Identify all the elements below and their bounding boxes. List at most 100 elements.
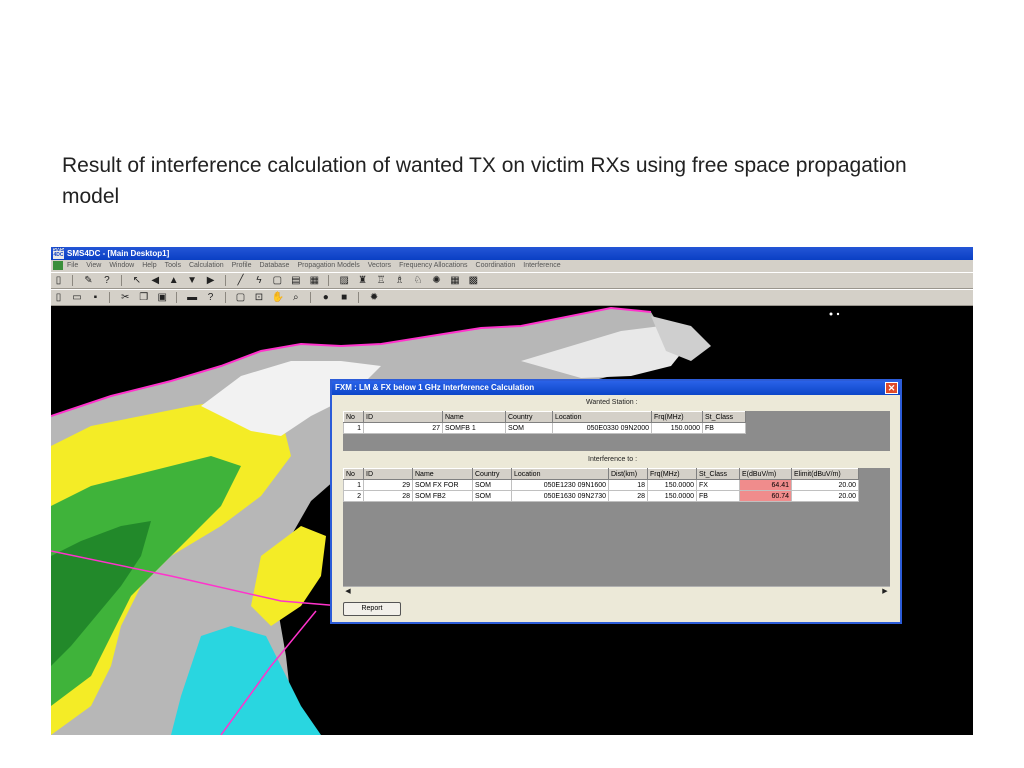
polygon-icon[interactable]: ϟ — [253, 275, 264, 286]
toolbar-separator — [72, 275, 74, 286]
cell-elimit: 20.00 — [791, 490, 859, 502]
new-file-icon[interactable]: ▯ — [53, 292, 64, 303]
table-row[interactable]: 1 27 SOMFB 1 SOM 050E0330 09N2000 150.00… — [343, 422, 746, 434]
report-button[interactable]: Report — [343, 602, 401, 616]
interference-grid[interactable]: No ID Name Country Location Dist(km) Frq… — [343, 468, 890, 586]
menu-profile[interactable]: Profile — [232, 262, 252, 269]
info-icon[interactable]: ? — [101, 275, 112, 286]
tower-icon[interactable]: ♗ — [394, 275, 405, 286]
cell-no: 2 — [343, 490, 364, 502]
open-folder-icon[interactable]: ▭ — [71, 292, 82, 303]
map-dot — [836, 312, 840, 316]
menu-coordination[interactable]: Coordination — [476, 262, 516, 269]
menu-view[interactable]: View — [86, 262, 101, 269]
col-no[interactable]: No — [343, 468, 364, 480]
arrow-up-icon[interactable]: ▲ — [168, 275, 179, 286]
arrow-left-icon[interactable]: ◀ — [150, 275, 161, 286]
menu-tools[interactable]: Tools — [165, 262, 181, 269]
rectangle-icon[interactable]: ▢ — [272, 275, 283, 286]
col-location[interactable]: Location — [552, 411, 652, 423]
print-icon[interactable]: ▬ — [187, 292, 198, 303]
scroll-right-icon[interactable]: ▶ — [880, 587, 890, 597]
cell-location: 050E0330 09N2000 — [552, 422, 652, 434]
col-country[interactable]: Country — [472, 468, 512, 480]
col-elimit[interactable]: Elimit(dBuV/m) — [791, 468, 859, 480]
copy-icon[interactable]: ❐ — [138, 292, 149, 303]
menu-database[interactable]: Database — [259, 262, 289, 269]
toolbar-separator — [109, 292, 111, 303]
paste-icon[interactable]: ▣ — [157, 292, 168, 303]
cell-st-class: FB — [696, 490, 740, 502]
scroll-left-icon[interactable]: ◀ — [343, 587, 353, 597]
menu-interference[interactable]: Interference — [523, 262, 560, 269]
save-icon[interactable]: ▪ — [90, 292, 101, 303]
arrow-down-icon[interactable]: ▼ — [187, 275, 198, 286]
col-st-class[interactable]: St_Class — [702, 411, 746, 423]
pdf-icon[interactable]: ▤ — [290, 275, 301, 286]
sun-icon[interactable]: ✺ — [431, 275, 442, 286]
arrow-right-icon[interactable]: ▶ — [205, 275, 216, 286]
help-icon[interactable]: ? — [205, 292, 216, 303]
new-icon[interactable]: ▯ — [53, 275, 64, 286]
colormap-icon[interactable]: ▩ — [468, 275, 479, 286]
settings-icon[interactable]: ✹ — [369, 292, 380, 303]
col-st-class[interactable]: St_Class — [696, 468, 740, 480]
layers-icon[interactable]: ▦ — [449, 275, 460, 286]
menu-propagation-models[interactable]: Propagation Models — [297, 262, 359, 269]
toolbar-separator — [120, 275, 122, 286]
tower-link-icon[interactable]: ♘ — [413, 275, 424, 286]
horizontal-scrollbar[interactable]: ◀ ▶ — [343, 586, 890, 597]
database-icon[interactable]: ▦ — [309, 275, 320, 286]
col-dist[interactable]: Dist(km) — [608, 468, 648, 480]
line-icon[interactable]: ╱ — [235, 275, 246, 286]
cell-st-class: FX — [696, 479, 740, 491]
col-frq[interactable]: Frq(MHz) — [647, 468, 697, 480]
toolbar-separator — [176, 292, 178, 303]
col-name[interactable]: Name — [442, 411, 506, 423]
col-location[interactable]: Location — [511, 468, 609, 480]
station-icon[interactable]: ♜ — [357, 275, 368, 286]
table-row[interactable]: 2 28 SOM FB2 SOM 050E1630 09N2730 28 150… — [343, 490, 859, 502]
toolbar-separator — [224, 292, 226, 303]
zoom-icon[interactable]: ⊡ — [253, 292, 264, 303]
col-no[interactable]: No — [343, 411, 364, 423]
menu-help[interactable]: Help — [142, 262, 156, 269]
col-id[interactable]: ID — [363, 411, 443, 423]
toolbar-separator — [328, 275, 330, 286]
col-frq[interactable]: Frq(MHz) — [651, 411, 703, 423]
tool-icon[interactable]: ✎ — [83, 275, 94, 286]
document-menu-icon[interactable] — [53, 261, 63, 270]
close-button[interactable]: ✕ — [885, 382, 898, 394]
cut-icon[interactable]: ✂ — [120, 292, 131, 303]
cell-name: SOM FX FOR — [412, 479, 473, 491]
menu-frequency-allocations[interactable]: Frequency Allocations — [399, 262, 467, 269]
menu-calculation[interactable]: Calculation — [189, 262, 224, 269]
col-country[interactable]: Country — [505, 411, 553, 423]
pointer-icon[interactable]: ↖ — [131, 275, 142, 286]
menu-window[interactable]: Window — [109, 262, 134, 269]
cell-id: 27 — [363, 422, 443, 434]
measure-icon[interactable]: ⌕ — [290, 292, 301, 303]
dialog-title: FXM : LM & FX below 1 GHz Interference C… — [335, 383, 535, 392]
app-titlebar[interactable]: SMS 4DC SMS4DC - [Main Desktop1] — [51, 247, 973, 260]
wanted-station-grid[interactable]: No ID Name Country Location Frq(MHz) St_… — [343, 411, 890, 451]
pan-icon[interactable]: ✋ — [272, 292, 284, 303]
menu-file[interactable]: File — [67, 262, 78, 269]
cell-dist: 18 — [608, 479, 648, 491]
station-link-icon[interactable]: ♖ — [376, 275, 387, 286]
col-e[interactable]: E(dBuV/m) — [739, 468, 792, 480]
wanted-station-table: No ID Name Country Location Frq(MHz) St_… — [343, 411, 746, 434]
col-name[interactable]: Name — [412, 468, 473, 480]
dialog-titlebar[interactable]: FXM : LM & FX below 1 GHz Interference C… — [332, 381, 900, 395]
cell-location: 050E1230 09N1600 — [511, 479, 609, 491]
toolbar-separator — [224, 275, 226, 286]
col-id[interactable]: ID — [363, 468, 413, 480]
image-icon[interactable]: ▨ — [339, 275, 350, 286]
menu-vectors[interactable]: Vectors — [368, 262, 391, 269]
cell-name: SOMFB 1 — [442, 422, 506, 434]
select-rect-icon[interactable]: ▢ — [235, 292, 246, 303]
table-row[interactable]: 1 29 SOM FX FOR SOM 050E1230 09N1600 18 … — [343, 479, 859, 491]
cell-st-class: FB — [702, 422, 746, 434]
square-icon[interactable]: ■ — [339, 292, 350, 303]
circle-icon[interactable]: ● — [320, 292, 331, 303]
